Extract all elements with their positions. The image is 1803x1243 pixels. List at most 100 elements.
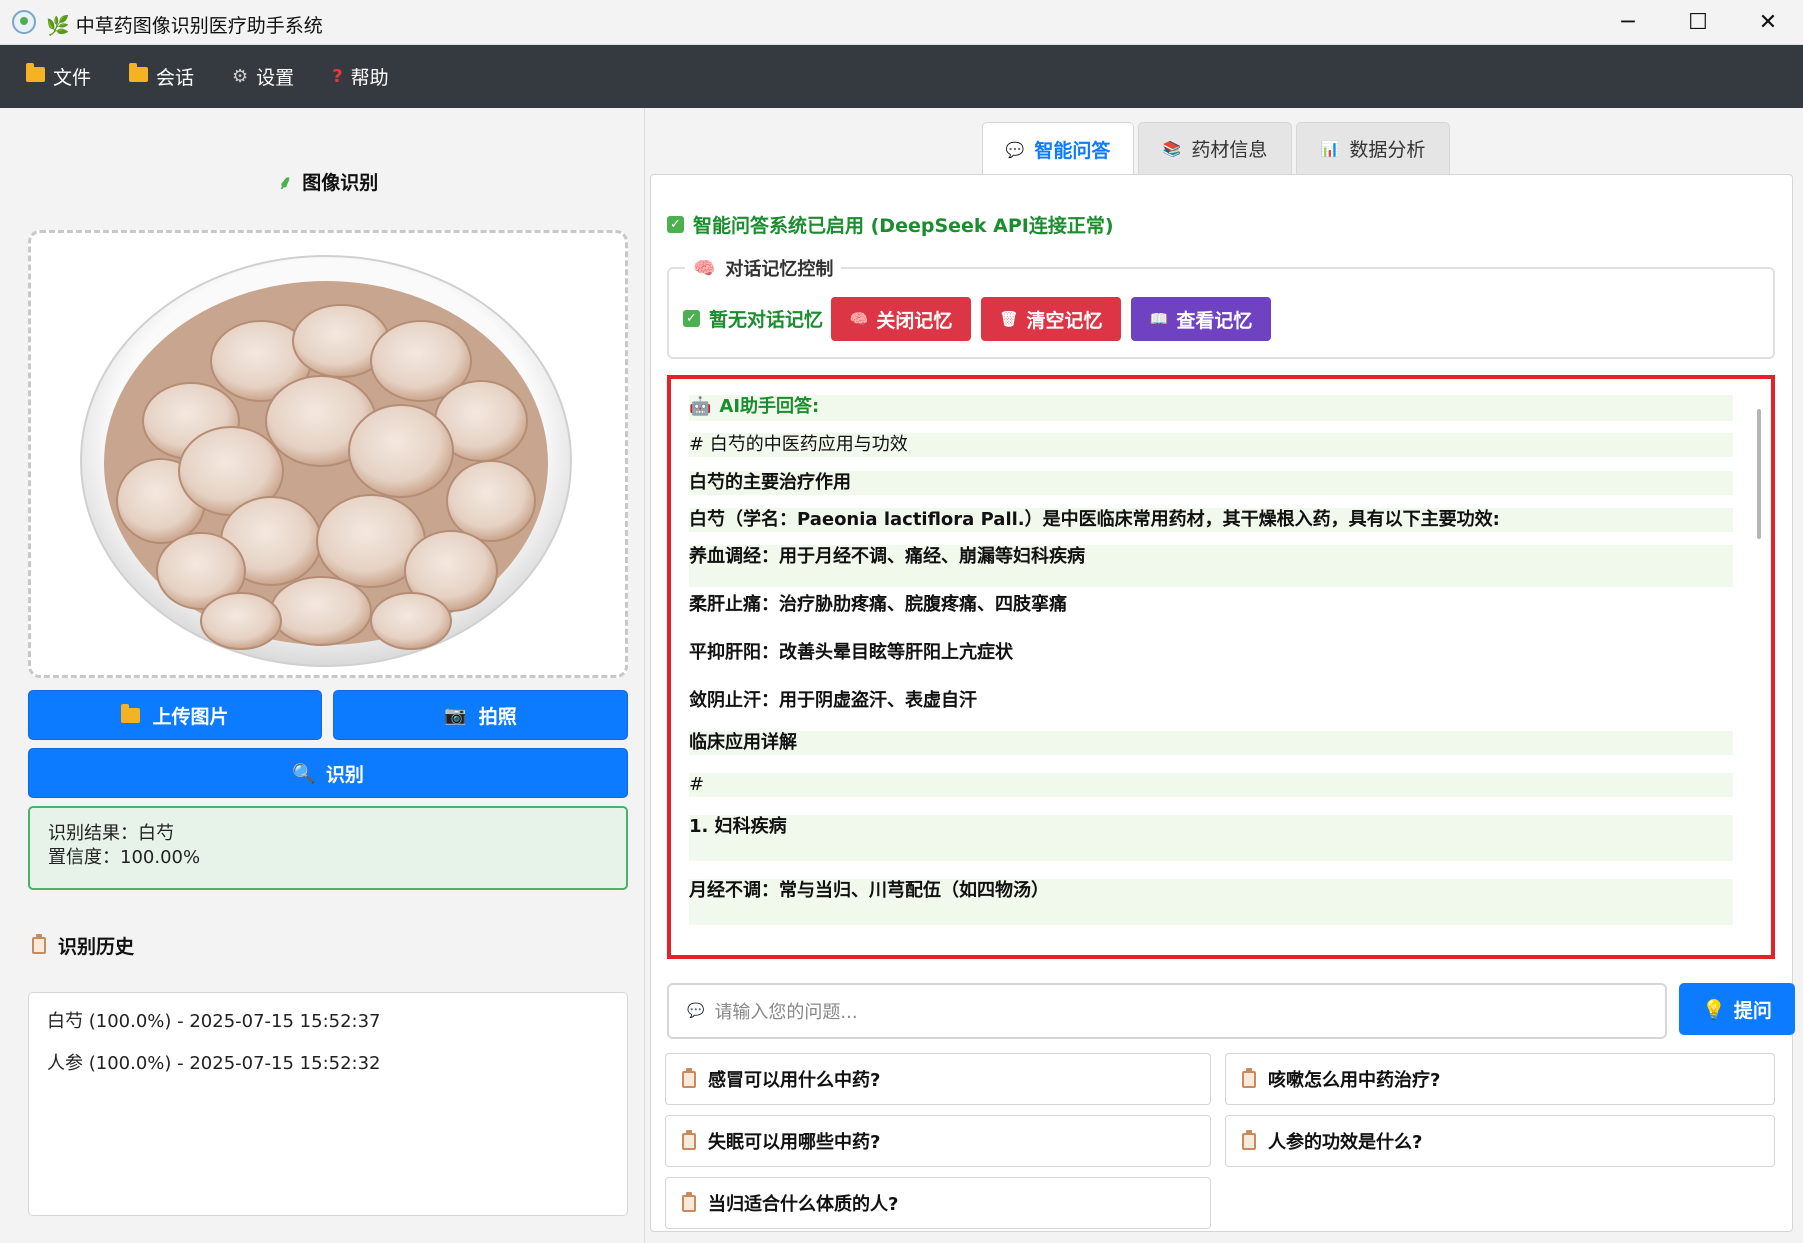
- window-title: 🌿 中草药图像识别医疗助手系统: [46, 15, 323, 37]
- answer-line: 平抑肝阳：改善头晕目眩等肝阳上亢症状: [689, 641, 1733, 665]
- history-title-label: 识别历史: [58, 936, 135, 958]
- right-panel: 💬 智能问答 📚 药材信息 📊 数据分析 ✓ 智能问答系统已启用 (DeepSe…: [648, 108, 1803, 1243]
- answer-line: # 白芍的中医药应用与功效: [689, 433, 1733, 457]
- answer-line: 1. 妇科疾病: [689, 815, 1733, 861]
- camera-icon: 📷: [444, 704, 467, 726]
- clipboard-icon: [1242, 1067, 1256, 1088]
- recognize-button[interactable]: 🔍 识别: [28, 748, 628, 798]
- speech-bubble-icon: 💬: [687, 1003, 705, 1019]
- clear-memory-button[interactable]: 🗑 清空记忆: [981, 297, 1121, 341]
- image-preview[interactable]: [28, 230, 628, 678]
- view-memory-label: 查看记忆: [1176, 309, 1253, 332]
- answer-line: 月经不调：常与当归、川芎配伍（如四物汤）: [689, 879, 1733, 925]
- speech-bubble-icon: 💬: [1005, 140, 1025, 159]
- memory-status: ✓ 暂无对话记忆: [683, 305, 823, 332]
- ask-button[interactable]: 💡 提问: [1679, 983, 1795, 1035]
- menu-file[interactable]: 文件: [26, 63, 91, 90]
- books-icon: 📚: [1162, 139, 1182, 158]
- recognition-result: 识别结果：白芍 置信度：100.00%: [28, 806, 628, 890]
- quick-question-cold[interactable]: 感冒可以用什么中药?: [665, 1053, 1211, 1105]
- quick-question-cough[interactable]: 咳嗽怎么用中药治疗?: [1225, 1053, 1775, 1105]
- maximize-button[interactable]: ☐: [1663, 0, 1733, 45]
- qa-panel: ✓ 智能问答系统已启用 (DeepSeek API连接正常) 🧠 对话记忆控制 …: [650, 174, 1795, 1232]
- folder-open-icon: [129, 63, 149, 87]
- history-item[interactable]: 白芍 (100.0%) - 2025-07-15 15:52:37: [47, 1009, 609, 1051]
- memory-status-label: 暂无对话记忆: [709, 309, 824, 331]
- memory-group-title: 🧠 对话记忆控制: [685, 255, 842, 281]
- menu-bar: 文件 会话 ⚙ 设置 ? 帮助: [0, 45, 1803, 108]
- gear-icon: ⚙: [232, 66, 249, 87]
- tab-smart-qa-label: 智能问答: [1034, 140, 1111, 162]
- quick-question-label: 失眠可以用哪些中药?: [708, 1132, 881, 1153]
- answer-area[interactable]: 🤖 AI助手回答: # 白芍的中医药应用与功效 白芍的主要治疗作用 白芍（学名：P…: [667, 375, 1775, 959]
- result-name: 识别结果：白芍: [48, 823, 174, 844]
- image-section-title: ⸙ 图像识别: [278, 168, 378, 195]
- answer-line: 临床应用详解: [689, 731, 1733, 755]
- tab-herb-info[interactable]: 📚 药材信息: [1138, 122, 1292, 174]
- clipboard-icon: [682, 1129, 696, 1150]
- app-logo-icon: [12, 10, 36, 34]
- folder-icon: [26, 63, 45, 87]
- answer-header-label: AI助手回答:: [719, 396, 820, 417]
- menu-file-label: 文件: [53, 67, 92, 89]
- menu-settings[interactable]: ⚙ 设置: [232, 63, 294, 90]
- menu-help-label: 帮助: [350, 67, 389, 89]
- question-input[interactable]: 💬 请输入您的问题...: [667, 983, 1667, 1039]
- answer-header: 🤖 AI助手回答:: [689, 395, 1733, 421]
- brain-icon: 🧠: [693, 257, 716, 279]
- tab-smart-qa[interactable]: 💬 智能问答: [982, 122, 1134, 176]
- quick-question-label: 人参的功效是什么?: [1268, 1132, 1423, 1153]
- clipboard-icon: [682, 1067, 696, 1088]
- close-button[interactable]: ✕: [1733, 0, 1803, 45]
- answer-line: 柔肝止痛：治疗胁肋疼痛、脘腹疼痛、四肢挛痛: [689, 593, 1733, 617]
- result-confidence: 置信度：100.00%: [48, 847, 201, 868]
- view-memory-button[interactable]: 📖 查看记忆: [1131, 297, 1271, 341]
- book-icon: 📖: [1149, 310, 1169, 328]
- quick-question-ginseng[interactable]: 人参的功效是什么?: [1225, 1115, 1775, 1167]
- question-placeholder: 请输入您的问题...: [714, 1002, 858, 1023]
- tab-data-analysis[interactable]: 📊 数据分析: [1296, 122, 1450, 174]
- tab-herb-info-label: 药材信息: [1191, 139, 1268, 161]
- question-icon: ?: [332, 66, 343, 87]
- menu-settings-label: 设置: [256, 67, 295, 89]
- close-memory-button[interactable]: 🧠 关闭记忆: [831, 297, 971, 341]
- image-section-label: 图像识别: [302, 172, 379, 194]
- history-list[interactable]: 白芍 (100.0%) - 2025-07-15 15:52:37 人参 (10…: [28, 992, 628, 1216]
- leaf-icon: ⸙: [278, 171, 293, 194]
- quick-question-insomnia[interactable]: 失眠可以用哪些中药?: [665, 1115, 1211, 1167]
- lightbulb-icon: 💡: [1702, 998, 1726, 1021]
- menu-session[interactable]: 会话: [129, 63, 194, 90]
- clipboard-icon: [1242, 1129, 1256, 1150]
- title-bar: 🌿 中草药图像识别医疗助手系统 ─ ☐ ✕: [0, 0, 1803, 45]
- history-item[interactable]: 人参 (100.0%) - 2025-07-15 15:52:32: [47, 1051, 609, 1093]
- answer-line: 白芍（学名：Paeonia lactiflora Pall.）是中医临床常用药材…: [689, 508, 1733, 532]
- clipboard-icon: [32, 934, 46, 954]
- camera-label: 拍照: [478, 705, 517, 728]
- left-panel: ⸙ 图像识别 上传图片 📷 拍照 🔍 识别 识别结果：白芍 置信度：100.00…: [0, 108, 645, 1243]
- clear-memory-label: 清空记忆: [1026, 309, 1103, 332]
- api-status-label: 智能问答系统已启用 (DeepSeek API连接正常): [693, 215, 1114, 237]
- quick-question-label: 感冒可以用什么中药?: [708, 1070, 881, 1091]
- magnifier-icon: 🔍: [292, 762, 316, 785]
- answer-scrollbar[interactable]: [1757, 409, 1761, 539]
- memory-group-label: 对话记忆控制: [725, 259, 834, 280]
- take-photo-button[interactable]: 📷 拍照: [333, 690, 628, 740]
- answer-line: 白芍的主要治疗作用: [689, 471, 1733, 495]
- quick-question-label: 当归适合什么体质的人?: [708, 1194, 899, 1215]
- checkmark-icon: ✓: [683, 310, 700, 327]
- minimize-button[interactable]: ─: [1593, 0, 1663, 45]
- ask-label: 提问: [1733, 999, 1772, 1022]
- upload-image-button[interactable]: 上传图片: [28, 690, 322, 740]
- robot-icon: 🤖: [689, 396, 712, 417]
- checkmark-icon: ✓: [667, 216, 684, 233]
- clipboard-icon: [682, 1191, 696, 1212]
- folder-icon: [121, 703, 141, 723]
- trash-icon: 🗑: [999, 310, 1019, 328]
- recognize-label: 识别: [325, 763, 364, 786]
- answer-line: 养血调经：用于月经不调、痛经、崩漏等妇科疾病: [689, 545, 1733, 587]
- quick-question-angelica[interactable]: 当归适合什么体质的人?: [665, 1177, 1211, 1229]
- herb-bowl-image: [80, 255, 572, 667]
- tab-data-analysis-label: 数据分析: [1349, 139, 1426, 161]
- quick-question-label: 咳嗽怎么用中药治疗?: [1268, 1070, 1441, 1091]
- menu-help[interactable]: ? 帮助: [332, 63, 388, 90]
